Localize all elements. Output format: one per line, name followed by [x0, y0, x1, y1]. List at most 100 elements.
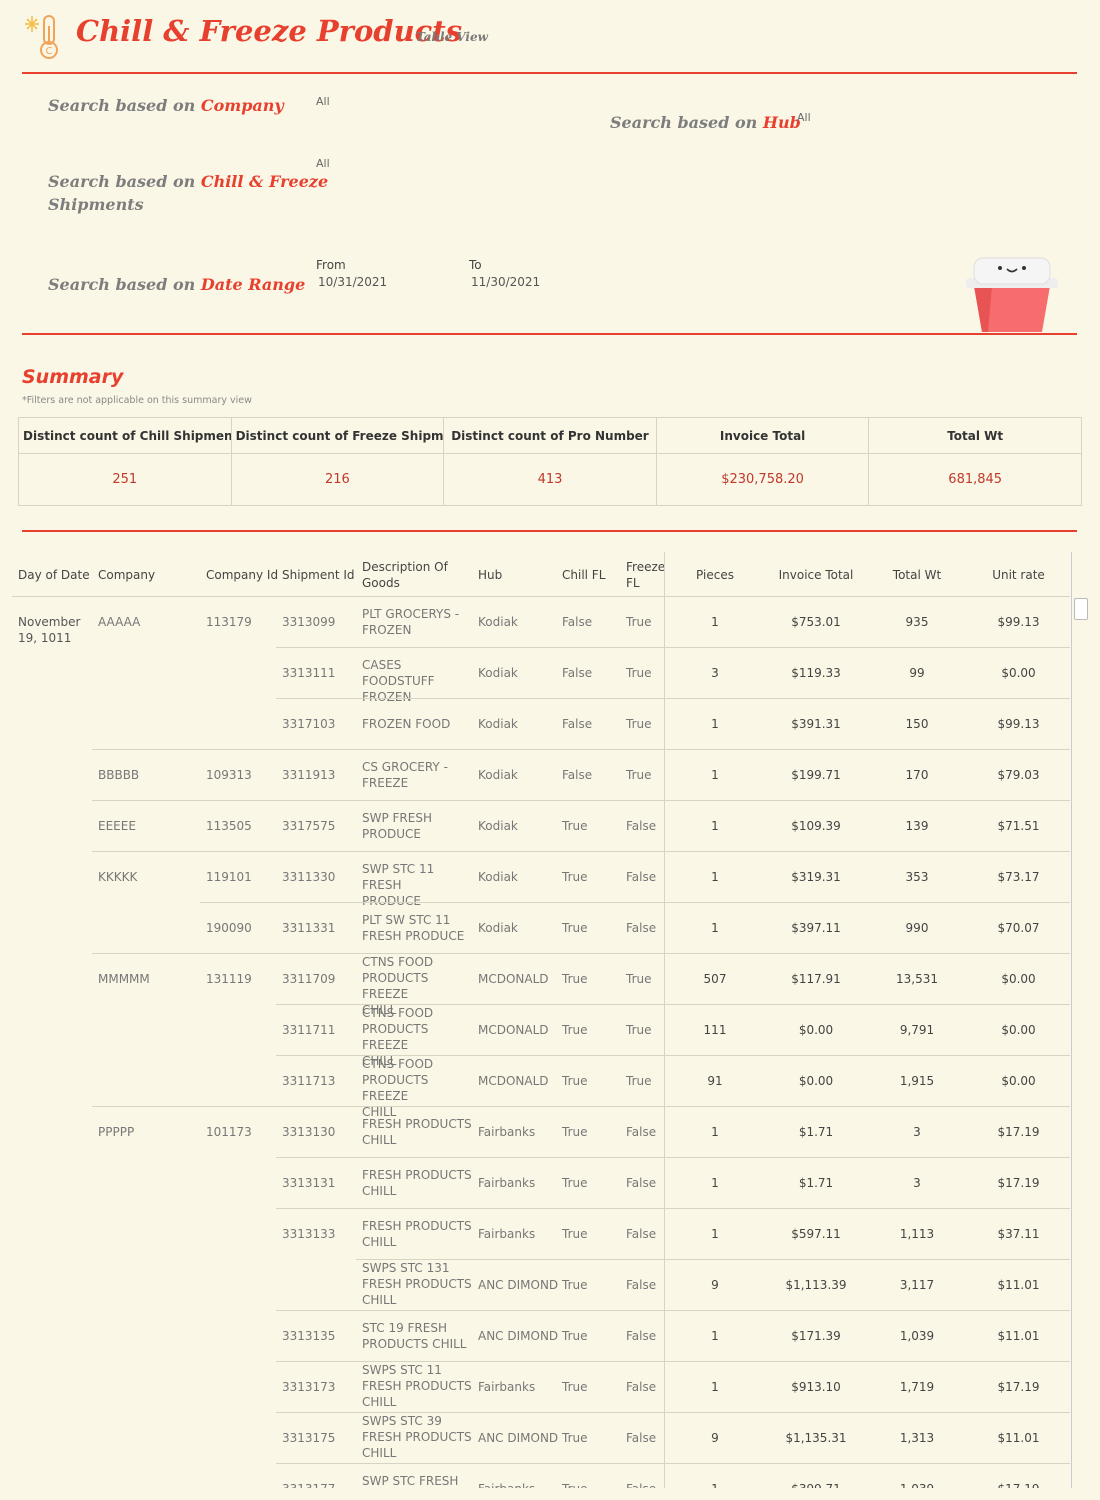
pieces-cell: 1: [711, 717, 719, 731]
rate-cell: $73.17: [997, 870, 1040, 884]
chill-cell: True: [562, 1481, 588, 1488]
freeze-cell: False: [626, 921, 657, 935]
weight-cell: 170: [905, 768, 929, 782]
table-row[interactable]: 3313177 SWP STC FRESHPRODUCTS CHILL Fair…: [12, 1464, 1070, 1488]
freeze-cell: False: [626, 1227, 657, 1241]
hub-cell: ANC DIMOND: [478, 1431, 559, 1445]
col-header-freeze-line2: FL: [626, 576, 640, 590]
pieces-cell: 91: [707, 1074, 723, 1088]
description-line: FRESH PRODUCE: [362, 929, 465, 943]
chill-cell: False: [562, 666, 593, 680]
chill-cell: True: [562, 1125, 588, 1139]
table-row[interactable]: EEEEE 113505 3317575 SWP FRESH PRODUCE Ko…: [12, 801, 1070, 852]
hub-cell: Kodiak: [478, 615, 518, 629]
date-to-input[interactable]: 11/30/2021: [471, 275, 540, 289]
table-row[interactable]: KKKKK 119101 3311330 SWP STC 11 FRESH PRO…: [12, 852, 1070, 908]
rate-cell: $17.19: [997, 1125, 1040, 1139]
table-row[interactable]: PPPPP 101173 3313130 FRESH PRODUCTS CHILL…: [12, 1107, 1070, 1158]
col-header-day[interactable]: Day of Date: [18, 567, 90, 583]
freeze-cell: False: [626, 1431, 657, 1445]
weight-cell: 353: [905, 870, 929, 884]
table-scrollbar[interactable]: [1071, 552, 1089, 1488]
freeze-cell: True: [626, 615, 652, 629]
description-line: PRODUCTS CHILL: [362, 1337, 467, 1351]
freeze-cell: False: [626, 1278, 657, 1292]
company-filter-dropdown[interactable]: All: [316, 95, 330, 108]
rate-cell: $71.51: [997, 819, 1040, 833]
table-row[interactable]: 3317103 FROZEN FOOD Kodiak False True 1 …: [12, 699, 1070, 750]
table-row[interactable]: AAAAA 113179 3313099 PLT GROCERYS - FROZE…: [12, 597, 1070, 648]
invoice-cell: $1,113.39: [785, 1278, 847, 1292]
description-line: PLT GROCERYS -: [362, 607, 460, 621]
freeze-cell: True: [626, 717, 652, 731]
table-row[interactable]: MMMMM 131119 3311709 CTNS FOOD PRODUCTS F…: [12, 954, 1070, 1017]
col-header-shipment-id[interactable]: Shipment Id: [282, 567, 355, 583]
hub-cell: MCDONALD: [478, 1074, 549, 1088]
col-header-pieces[interactable]: Pieces: [665, 567, 765, 583]
description-line: CHILL: [362, 1293, 397, 1307]
company-id-cell: 119101: [206, 870, 252, 884]
summary-value-pro: 413: [443, 453, 657, 506]
date-filter-label: Search based on Date Range: [48, 273, 305, 296]
chill-cell: True: [562, 1380, 588, 1394]
hub-filter-field: Hub: [762, 113, 801, 132]
scrollbar-thumb[interactable]: [1074, 598, 1088, 620]
hub-cell: Fairbanks: [478, 1380, 536, 1394]
col-header-hub[interactable]: Hub: [478, 567, 502, 583]
hub-cell: Fairbanks: [478, 1227, 536, 1241]
col-header-company-id[interactable]: Company Id: [206, 567, 278, 583]
table-row[interactable]: 3311713 CTNS FOOD PRODUCTS FREEZE CHILL MC…: [12, 1056, 1070, 1119]
weight-cell: 990: [905, 921, 929, 935]
weight-cell: 1,039: [867, 1481, 967, 1488]
shipment-id-cell: 3313175: [282, 1431, 336, 1445]
invoice-cell: $319.31: [791, 870, 841, 884]
detail-table-header: Day of Date Company Company Id Shipment …: [12, 552, 1070, 597]
hub-cell: Fairbanks: [478, 1125, 536, 1139]
chill-cell: True: [562, 1176, 588, 1190]
cooler-mascot-icon: [966, 257, 1058, 332]
company-id-cell: 101173: [206, 1125, 252, 1139]
date-from-input[interactable]: 10/31/2021: [318, 275, 387, 289]
invoice-cell: $199.71: [791, 768, 841, 782]
table-row[interactable]: 3313173 SWPS STC 11 FRESH PRODUCTS CHILL F…: [12, 1362, 1070, 1413]
freeze-cell: False: [626, 870, 657, 884]
table-row[interactable]: 190090 3311331 PLT SW STC 11 FRESH PRODUC…: [12, 903, 1070, 954]
shipments-filter-prefix: Search based on: [48, 172, 201, 191]
shipment-id-cell: 3311713: [282, 1074, 336, 1088]
table-row[interactable]: 3311711 CTNS FOOD PRODUCTS FREEZE CHILL MC…: [12, 1005, 1070, 1068]
col-header-weight[interactable]: Total Wt: [867, 567, 967, 583]
col-header-company[interactable]: Company: [98, 567, 155, 583]
table-row[interactable]: 3313135 STC 19 FRESH PRODUCTS CHILL ANC D…: [12, 1311, 1070, 1362]
pieces-cell: 9: [711, 1278, 719, 1292]
table-row[interactable]: 3313111 CASES FOODSTUFF FROZEN Kodiak Fal…: [12, 648, 1070, 704]
table-row[interactable]: SWPS STC 131 FRESH PRODUCTS CHILL ANC DIMO…: [12, 1260, 1070, 1311]
table-row[interactable]: BBBBB 109313 3311913 CS GROCERY - FREEZE …: [12, 750, 1070, 801]
hub-cell: Kodiak: [478, 870, 518, 884]
col-header-rate[interactable]: Unit rate: [967, 567, 1070, 583]
hub-filter-label: Search based on Hub: [610, 111, 801, 134]
col-header-description[interactable]: Description Of Goods: [362, 559, 448, 591]
pieces-cell: 9: [711, 1431, 719, 1445]
company-id-cell: 109313: [206, 768, 252, 782]
description-line: FROZEN FOOD: [362, 717, 451, 731]
freeze-cell: False: [626, 819, 657, 833]
hub-filter-dropdown[interactable]: All: [797, 111, 811, 124]
col-header-freeze[interactable]: Freeze FL: [626, 559, 665, 591]
col-header-chill[interactable]: Chill FL: [562, 567, 605, 583]
table-row[interactable]: 3313131 FRESH PRODUCTS CHILL Fairbanks Tr…: [12, 1158, 1070, 1209]
chill-cell: True: [562, 1329, 588, 1343]
shipments-filter-dropdown[interactable]: All: [316, 157, 330, 170]
company-cell: KKKKK: [98, 870, 138, 884]
chill-cell: True: [562, 921, 588, 935]
invoice-cell: $391.31: [791, 717, 841, 731]
pieces-cell: 1: [711, 615, 719, 629]
summary-divider: [22, 530, 1077, 532]
description-line: SWP FRESH: [362, 811, 432, 825]
summary-value-invoice: $230,758.20: [655, 453, 870, 506]
table-row[interactable]: 3313175 SWPS STC 39 FRESH PRODUCTS CHILL A…: [12, 1413, 1070, 1464]
company-filter-label: Search based on Company: [48, 94, 284, 117]
col-header-invoice[interactable]: Invoice Total: [765, 567, 867, 583]
pieces-cell: 1: [711, 1380, 719, 1394]
table-row[interactable]: 3313133 FRESH PRODUCTS CHILL Fairbanks Tr…: [12, 1209, 1070, 1260]
rate-cell: $0.00: [1001, 1074, 1036, 1088]
